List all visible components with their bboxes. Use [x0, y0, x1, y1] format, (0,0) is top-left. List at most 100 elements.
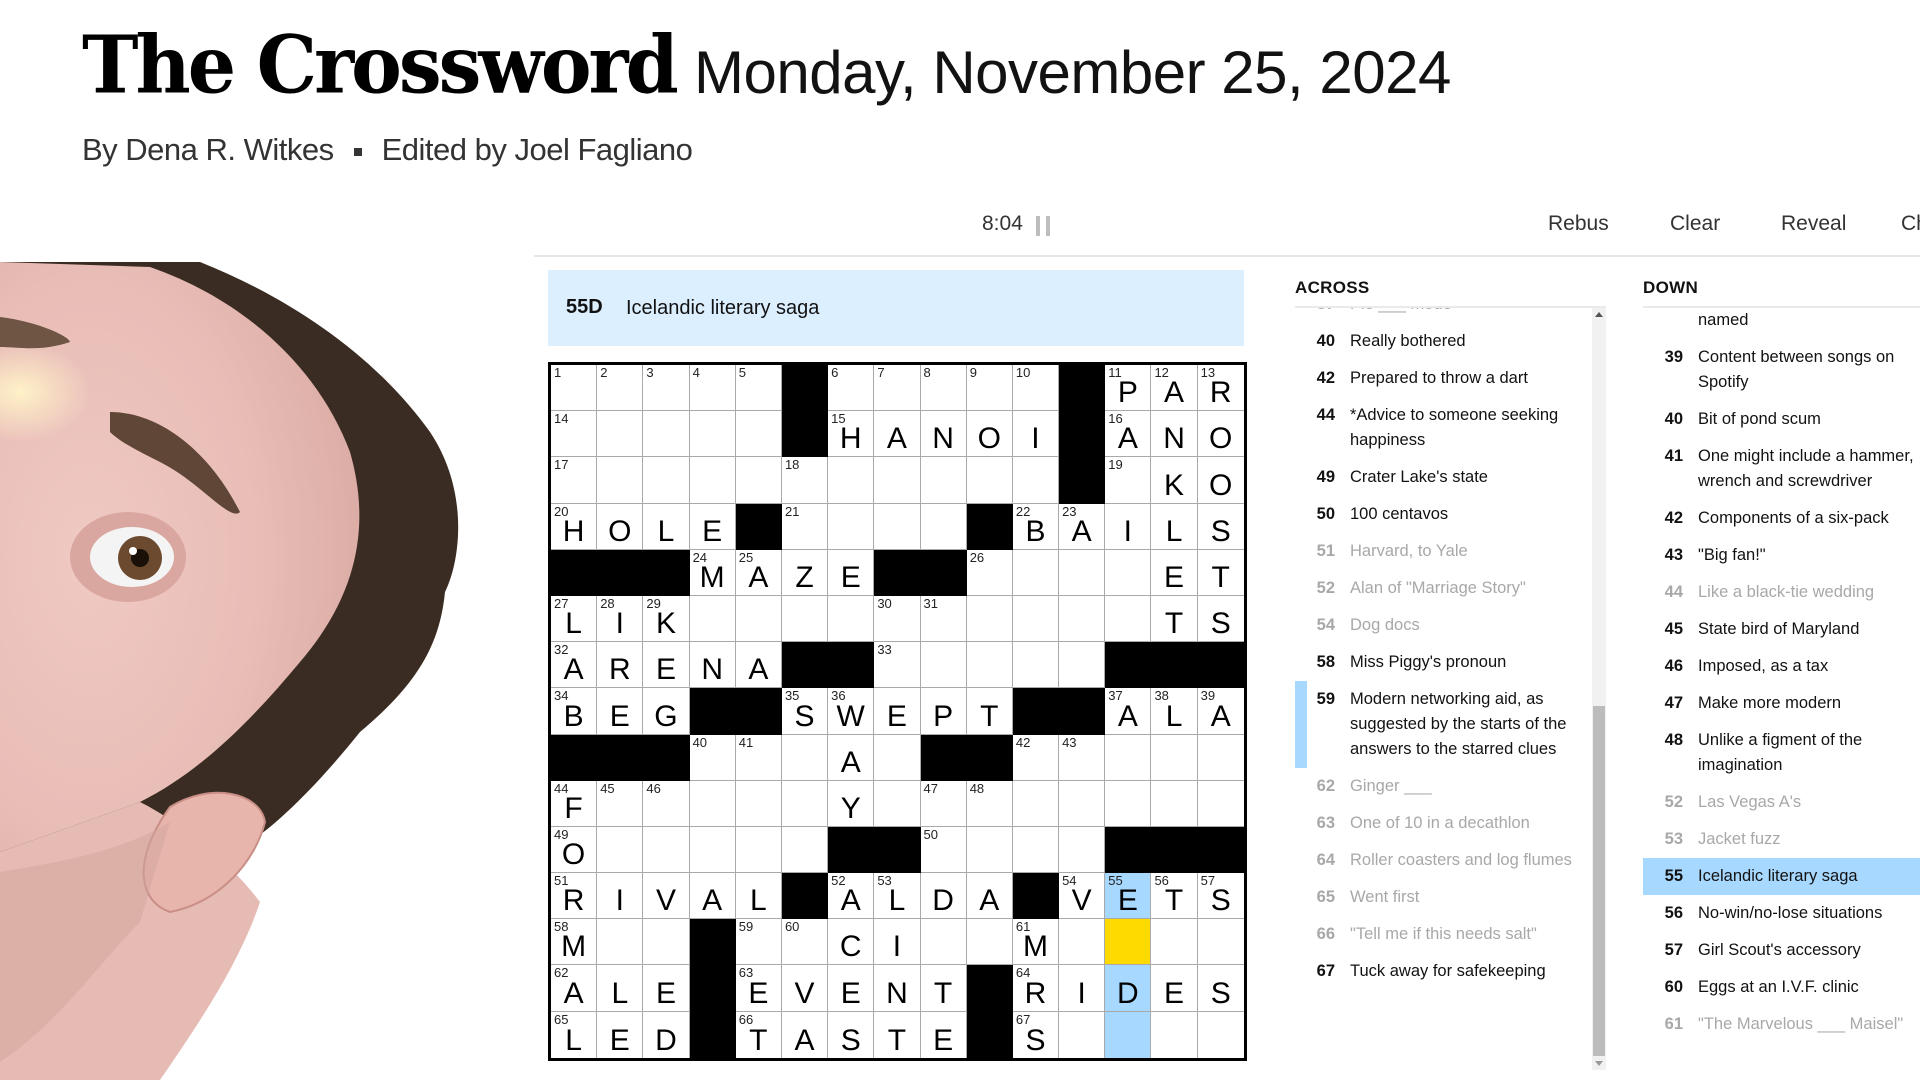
grid-cell[interactable]: 57 S: [1197, 873, 1244, 920]
grid-cell[interactable]: O: [1197, 457, 1244, 504]
grid-cell[interactable]: N: [1151, 411, 1198, 458]
grid-cell[interactable]: Z: [781, 549, 829, 596]
grid-cell[interactable]: [1197, 734, 1244, 781]
down-clue-item[interactable]: 57 Girl Scout's accessory: [1643, 932, 1920, 969]
grid-cell[interactable]: [689, 826, 736, 874]
down-clue-item[interactable]: 44 Like a black-tie wedding: [1643, 574, 1920, 611]
grid-cell[interactable]: 45: [597, 780, 644, 827]
grid-cell[interactable]: [781, 826, 829, 874]
down-clue-item[interactable]: 53 Jacket fuzz: [1643, 821, 1920, 858]
grid-cell[interactable]: 8: [920, 365, 967, 412]
down-clue-item[interactable]: 55 Icelandic literary saga: [1643, 858, 1920, 895]
grid-cell[interactable]: [1059, 549, 1106, 596]
grid-cell[interactable]: [1012, 549, 1060, 596]
grid-cell[interactable]: I: [597, 873, 644, 920]
grid-cell[interactable]: [689, 411, 736, 458]
grid-cell[interactable]: 12 A: [1151, 365, 1198, 412]
grid-cell[interactable]: [1151, 734, 1198, 781]
grid-cell[interactable]: A: [781, 1011, 829, 1058]
grid-cell[interactable]: L: [597, 965, 644, 1012]
across-clue-item[interactable]: 54 Dog docs: [1295, 607, 1591, 644]
grid-cell[interactable]: Y: [828, 780, 875, 827]
grid-cell[interactable]: E: [920, 1011, 967, 1058]
grid-cell[interactable]: T: [1197, 549, 1244, 596]
grid-cell[interactable]: E: [643, 965, 690, 1012]
grid-cell[interactable]: 31: [920, 595, 967, 643]
across-clue-item[interactable]: 67 Tuck away for safekeeping: [1295, 953, 1591, 990]
grid-cell[interactable]: 15 H: [828, 411, 875, 458]
grid-cell[interactable]: [966, 919, 1013, 966]
grid-cell[interactable]: 19: [1105, 457, 1152, 504]
grid-cell[interactable]: E: [828, 965, 875, 1012]
grid-cell[interactable]: [1197, 1011, 1244, 1058]
grid-cell[interactable]: [1012, 642, 1060, 689]
grid-cell[interactable]: [874, 734, 921, 781]
grid-cell[interactable]: D: [1105, 965, 1152, 1012]
grid-cell[interactable]: [920, 642, 967, 689]
grid-cell[interactable]: [874, 780, 921, 827]
down-clue-item[interactable]: 56 No-win/no-lose situations: [1643, 895, 1920, 932]
grid-cell[interactable]: [920, 457, 967, 504]
across-clue-item[interactable]: 64 Roller coasters and log flumes: [1295, 842, 1591, 879]
grid-cell[interactable]: [1105, 1011, 1152, 1058]
grid-cell[interactable]: T: [920, 965, 967, 1012]
grid-cell[interactable]: 7: [874, 365, 921, 412]
grid-cell[interactable]: [735, 595, 782, 643]
grid-cell[interactable]: 21: [781, 503, 829, 550]
grid-cell[interactable]: [735, 826, 782, 874]
grid-cell[interactable]: [966, 826, 1013, 874]
down-clue-item[interactable]: 40 Bit of pond scum: [1643, 401, 1920, 438]
check-button[interactable]: Ch: [1901, 212, 1920, 236]
grid-cell[interactable]: 3: [643, 365, 690, 412]
grid-cell[interactable]: T: [874, 1011, 921, 1058]
grid-cell[interactable]: 56 T: [1151, 873, 1198, 920]
grid-cell[interactable]: 46: [643, 780, 690, 827]
grid-cell[interactable]: 16 A: [1105, 411, 1152, 458]
grid-cell[interactable]: 2: [597, 365, 644, 412]
across-clue-item[interactable]: 65 Went first: [1295, 879, 1591, 916]
grid-cell[interactable]: 13 R: [1197, 365, 1244, 412]
grid-cell[interactable]: 51 R: [551, 873, 598, 920]
grid-cell[interactable]: [597, 457, 644, 504]
grid-cell[interactable]: 41: [735, 734, 782, 781]
down-clue-item[interactable]: 39 Content between songs on Spotify: [1643, 339, 1920, 401]
grid-cell[interactable]: I: [1105, 503, 1152, 550]
grid-cell[interactable]: S: [828, 1011, 875, 1058]
grid-cell[interactable]: N: [920, 411, 967, 458]
across-clue-item[interactable]: 63 One of 10 in a decathlon: [1295, 805, 1591, 842]
grid-cell[interactable]: O: [1197, 411, 1244, 458]
grid-cell[interactable]: [828, 595, 875, 643]
grid-cell[interactable]: I: [1012, 411, 1060, 458]
grid-cell[interactable]: L: [643, 503, 690, 550]
grid-cell[interactable]: 27 L: [551, 595, 598, 643]
down-clue-item[interactable]: 52 Las Vegas A's: [1643, 784, 1920, 821]
down-clue-item[interactable]: 41 One might include a hammer, wrench and…: [1643, 438, 1920, 500]
down-clue-item[interactable]: 47 Make more modern: [1643, 685, 1920, 722]
down-clue-item[interactable]: 43 "Big fan!": [1643, 537, 1920, 574]
grid-cell[interactable]: D: [643, 1011, 690, 1058]
grid-cell[interactable]: 28 I: [597, 595, 644, 643]
grid-cell[interactable]: E: [597, 1011, 644, 1058]
across-clue-item[interactable]: 40 Really bothered: [1295, 323, 1591, 360]
grid-cell[interactable]: [597, 919, 644, 966]
grid-cell[interactable]: 38 L: [1151, 688, 1198, 735]
grid-cell[interactable]: 10: [1012, 365, 1060, 412]
grid-cell[interactable]: L: [735, 873, 782, 920]
across-clue-item[interactable]: 66 "Tell me if this needs salt": [1295, 916, 1591, 953]
grid-cell[interactable]: 11 P: [1105, 365, 1152, 412]
grid-cell[interactable]: I: [874, 919, 921, 966]
grid-cell[interactable]: 58 M: [551, 919, 598, 966]
grid-cell[interactable]: 37 A: [1105, 688, 1152, 735]
grid-cell[interactable]: 42: [1012, 734, 1060, 781]
grid-cell[interactable]: [1012, 780, 1060, 827]
grid-cell[interactable]: [597, 411, 644, 458]
grid-cell[interactable]: T: [1151, 595, 1198, 643]
down-clue-list[interactable]: named 39 Content between songs on Spotify 4…: [1643, 308, 1920, 1080]
grid-cell[interactable]: 43: [1059, 734, 1106, 781]
grid-cell[interactable]: 30: [874, 595, 921, 643]
grid-cell[interactable]: [1012, 826, 1060, 874]
across-scrollbar[interactable]: [1592, 308, 1606, 1070]
across-clue-item[interactable]: 49 Crater Lake's state: [1295, 459, 1591, 496]
down-clue-item[interactable]: 48 Unlike a figment of the imagination: [1643, 722, 1920, 784]
grid-cell[interactable]: [1105, 595, 1152, 643]
